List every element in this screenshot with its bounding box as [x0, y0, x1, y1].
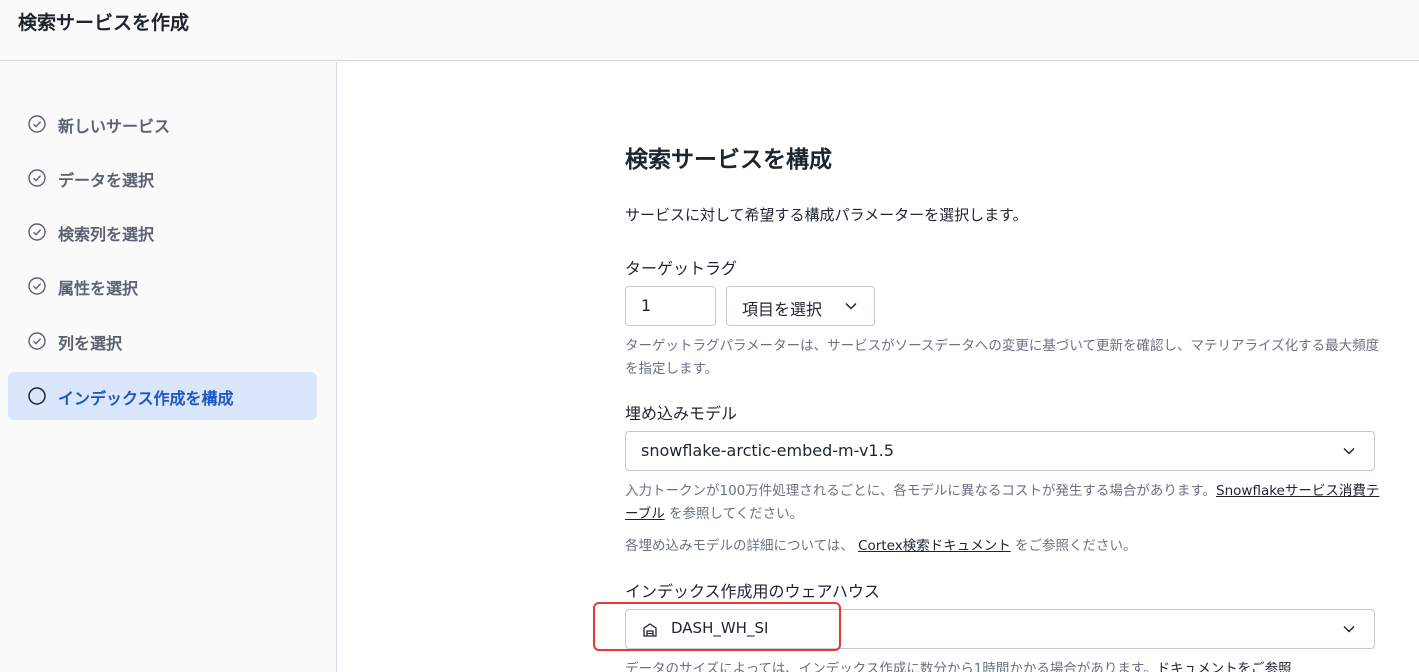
main-content: 検索サービスを構成 サービスに対して希望する構成パラメーターを選択します。 ター…	[338, 62, 1419, 672]
target-lag-label: ターゲットラグ	[625, 259, 738, 278]
target-lag-unit-select[interactable]: 項目を選択	[726, 286, 875, 326]
chevron-down-icon	[1343, 625, 1355, 633]
sidebar: 新しいサービス データを選択 検索列を選択 属性を選択 列を選択 インデックス作…	[0, 62, 337, 672]
sidebar-step-label: 属性を選択	[58, 279, 139, 298]
embedding-model-value: snowflake-arctic-embed-m-v1.5	[641, 441, 894, 460]
target-lag-help: ターゲットラグパラメーターは、サービスがソースデータへの変更に基づいて更新を確認…	[625, 338, 1380, 377]
sidebar-step-label: 新しいサービス	[58, 117, 171, 136]
check-circle-icon	[28, 223, 46, 241]
warehouse-docs-link[interactable]: ドキュメントをご参照	[1157, 661, 1292, 672]
embedding-model-label: 埋め込みモデル	[625, 404, 738, 423]
sidebar-step-configure-indexing[interactable]: インデックス作成を構成	[8, 372, 317, 420]
sidebar-step-select-search-column[interactable]: 検索列を選択	[8, 208, 317, 256]
embedding-cost-suffix: を参照してください。	[664, 506, 804, 522]
sidebar-step-label: 列を選択	[58, 334, 123, 353]
annotation-highlight-box	[593, 602, 841, 651]
warehouse-help-text: データのサイズによっては、インデックス作成に数分から1時間かかる場合があります。	[625, 661, 1157, 672]
embedding-model-help: 入力トークンが100万件処理されるごとに、各モデルに異なるコストが発生する場合が…	[625, 480, 1385, 526]
section-description: サービスに対して希望する構成パラメーターを選択します。	[625, 206, 1028, 224]
check-circle-icon	[28, 332, 46, 350]
sidebar-step-select-attributes[interactable]: 属性を選択	[8, 262, 317, 310]
target-lag-input[interactable]: 1	[625, 286, 716, 326]
target-lag-value: 1	[641, 296, 652, 315]
sidebar-step-select-columns[interactable]: 列を選択	[8, 317, 317, 365]
embedding-docs-help: 各埋め込みモデルの詳細については、 Cortex検索ドキュメント をご参照くださ…	[625, 535, 1385, 558]
chevron-down-icon	[845, 302, 857, 310]
cortex-search-docs-link[interactable]: Cortex検索ドキュメント	[858, 538, 1011, 554]
embedding-docs-suffix: をご参照ください。	[1010, 538, 1137, 554]
sidebar-step-label: データを選択	[58, 171, 155, 190]
sidebar-step-new-service[interactable]: 新しいサービス	[8, 100, 317, 148]
embedding-docs-text: 各埋め込みモデルの詳細については、	[625, 538, 859, 554]
section-title: 検索サービスを構成	[625, 147, 832, 173]
target-lag-unit-placeholder: 項目を選択	[742, 300, 823, 319]
warehouse-help: データのサイズによっては、インデックス作成に数分から1時間かかる場合があります。…	[625, 658, 1385, 672]
chevron-down-icon	[1343, 447, 1355, 455]
embedding-cost-text: 入力トークンが100万件処理されるごとに、各モデルに異なるコストが発生する場合が…	[625, 483, 1217, 499]
check-circle-icon	[28, 115, 46, 133]
page-title: 検索サービスを作成	[18, 12, 190, 34]
sidebar-step-select-data[interactable]: データを選択	[8, 154, 317, 202]
empty-circle-icon	[28, 387, 46, 405]
check-circle-icon	[28, 277, 46, 295]
sidebar-step-label: 検索列を選択	[58, 225, 155, 244]
embedding-model-select[interactable]: snowflake-arctic-embed-m-v1.5	[625, 431, 1375, 471]
header: 検索サービスを作成	[0, 0, 1419, 61]
sidebar-step-label: インデックス作成を構成	[58, 389, 234, 408]
check-circle-icon	[28, 169, 46, 187]
warehouse-label: インデックス作成用のウェアハウス	[625, 582, 880, 601]
